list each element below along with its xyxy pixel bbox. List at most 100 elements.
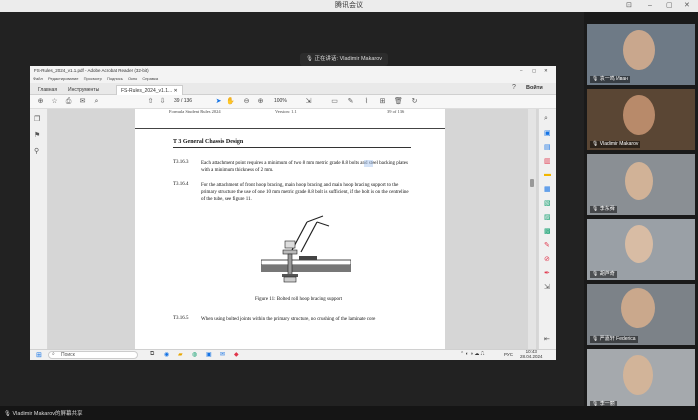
rule-text: Each attachment point requires a minimum… bbox=[201, 161, 408, 173]
participant-video bbox=[621, 288, 655, 328]
participant-tile[interactable]: 🎙 袁一鸣 Иван bbox=[587, 24, 695, 85]
rotate-icon[interactable]: ↻ bbox=[410, 97, 419, 106]
tray-icons[interactable]: ⌃ ◐ ◑ ☁ ⎍ bbox=[460, 351, 484, 357]
menu-view[interactable]: Просмотр bbox=[84, 76, 102, 81]
maximize-icon[interactable]: ▢ bbox=[666, 0, 673, 12]
pdf-header-left: Formula Student Rules 2024 bbox=[169, 109, 221, 114]
acrobat-menubar: Файл Редактирование Просмотр Подпись Окн… bbox=[30, 75, 556, 83]
hand-icon[interactable]: ✋ bbox=[226, 97, 235, 106]
mail-icon[interactable]: ✉ bbox=[78, 97, 87, 106]
mic-icon: 🎙 bbox=[592, 271, 599, 277]
pen-icon[interactable]: ✎ bbox=[346, 97, 355, 106]
mail-app-icon[interactable]: ✉ bbox=[220, 351, 225, 358]
pages-icon[interactable]: ❐ bbox=[34, 115, 40, 123]
new-icon[interactable]: ⊕ bbox=[36, 97, 45, 106]
speaker-indicator: 🎙 正在讲话: Vladimir Makarov bbox=[300, 53, 389, 66]
explorer-icon[interactable]: ▰ bbox=[178, 351, 183, 358]
search-icon[interactable]: ⌕ bbox=[92, 97, 101, 106]
participant-name-label: 李东舜 bbox=[599, 206, 615, 212]
stamp-icon[interactable]: ⊞ bbox=[378, 97, 387, 106]
participant-sidebar: 🎙 袁一鸣 Иван 🎙 Vladimir Makarov 🎙 李东舜 🎙 胡芦… bbox=[584, 12, 698, 410]
zoom-in-icon[interactable]: ⊕ bbox=[256, 97, 265, 106]
screen-share-status[interactable]: 🎙 Vladimir Makarov的屏幕共享 bbox=[4, 409, 83, 417]
signin-button[interactable]: Войти bbox=[526, 85, 543, 91]
expand-panel-icon[interactable]: ⇤ bbox=[544, 335, 550, 343]
rule-text: When using bolted joints within the prim… bbox=[201, 317, 376, 322]
participant-tile[interactable]: 🎙 李东舜 bbox=[587, 154, 695, 215]
tab-close-icon[interactable]: ✕ bbox=[174, 88, 178, 94]
tab-tools[interactable]: Инструменты bbox=[64, 85, 103, 95]
page-up-icon[interactable]: ⇧ bbox=[146, 97, 155, 106]
menu-file[interactable]: Файл bbox=[33, 76, 43, 81]
comment-tool-icon[interactable]: ▬ bbox=[544, 171, 551, 178]
stamp-tool-icon[interactable]: ✒ bbox=[544, 269, 550, 277]
meeting-titlebar: 腾讯会议 ⊡ – ▢ ✕ bbox=[0, 0, 698, 12]
participant-tile[interactable]: 🎙 李一丽 bbox=[587, 349, 695, 410]
participant-name-label: Vladimir Makarov bbox=[599, 141, 639, 147]
menu-window[interactable]: Окно bbox=[128, 76, 137, 81]
tab-document[interactable]: FS-Rules_2024_v1.1... ✕ bbox=[116, 85, 183, 95]
windows-start-icon[interactable]: ⊞ bbox=[36, 351, 42, 359]
more-tools-icon[interactable]: ⇲ bbox=[544, 283, 550, 291]
participant-name-label: 袁一鸣 Иван bbox=[599, 76, 628, 82]
pin-icon[interactable]: ⊡ bbox=[626, 0, 632, 12]
tab-home[interactable]: Главная bbox=[34, 85, 61, 95]
acrobat-close-icon[interactable]: ✕ bbox=[544, 66, 548, 75]
taskbar-clock[interactable]: 10:43 28.04.2024 bbox=[520, 349, 543, 359]
acrobat-toolbar: ⊕ ☆ ⎙ ✉ ⌕ ⇧ ⇩ 39 / 136 ➤ ✋ ⊖ ⊕ 100% ⇲ ▭ … bbox=[30, 95, 556, 109]
redact-icon[interactable]: ▩ bbox=[544, 227, 551, 235]
taskbar-search[interactable]: ⌕ Поиск bbox=[48, 351, 138, 359]
minimize-icon[interactable]: – bbox=[648, 0, 652, 12]
participant-name: 🎙 李东舜 bbox=[590, 206, 617, 213]
star-icon[interactable]: ☆ bbox=[50, 97, 59, 106]
page-total: 136 bbox=[183, 98, 193, 104]
select-cursor-icon[interactable]: ➤ bbox=[214, 97, 223, 106]
combine-icon[interactable]: ▦ bbox=[544, 185, 551, 193]
attachment-icon[interactable]: ⚲ bbox=[34, 147, 39, 155]
print-icon[interactable]: ⎙ bbox=[64, 97, 73, 106]
scrollbar[interactable] bbox=[528, 109, 536, 349]
zoom-select[interactable]: 100% bbox=[274, 98, 287, 104]
zoom-tool-icon[interactable]: ⌕ bbox=[544, 115, 548, 123]
language-indicator[interactable]: РУС bbox=[504, 352, 513, 357]
compress-icon[interactable]: ▨ bbox=[544, 213, 551, 221]
participant-tile[interactable]: 🎙 胡芦奇 bbox=[587, 219, 695, 280]
create-pdf-icon[interactable]: ▤ bbox=[544, 143, 551, 151]
menu-edit[interactable]: Редактирование bbox=[48, 76, 78, 81]
zoom-out-icon[interactable]: ⊖ bbox=[242, 97, 251, 106]
speaking-label: 正在讲话: bbox=[314, 56, 339, 62]
acrobat-minimize-icon[interactable]: – bbox=[520, 66, 523, 75]
acrobat-maximize-icon[interactable]: ▢ bbox=[532, 66, 536, 75]
menu-help[interactable]: Справка bbox=[142, 76, 158, 81]
wechat-icon[interactable]: ◍ bbox=[192, 351, 197, 358]
comment-icon[interactable]: ▭ bbox=[330, 97, 339, 106]
protect-icon[interactable]: ⊘ bbox=[544, 255, 550, 263]
export-pdf-icon[interactable]: ▥ bbox=[544, 157, 551, 165]
highlight-icon[interactable]: ⌇ bbox=[362, 97, 371, 106]
tab-document-label: FS-Rules_2024_v1.1... bbox=[121, 88, 173, 94]
page-indicator[interactable]: 39 / 136 bbox=[174, 98, 192, 104]
fit-page-icon[interactable]: ⇲ bbox=[304, 97, 313, 106]
meeting-app-icon[interactable]: ▣ bbox=[206, 351, 212, 358]
taskbar-search-icon: ⌕ bbox=[52, 351, 55, 357]
bookmark-icon[interactable]: ⚑ bbox=[34, 131, 40, 139]
page-down-icon[interactable]: ⇩ bbox=[158, 97, 167, 106]
shared-screen: FS-Rules_2024_v1.1.pdf - Adobe Acrobat R… bbox=[30, 66, 556, 360]
acrobat-taskbar-icon[interactable]: ◆ bbox=[234, 351, 239, 358]
participant-tile[interactable]: 🎙 严嘉轩 Federica bbox=[587, 284, 695, 345]
fill-sign-icon[interactable]: ✎ bbox=[544, 241, 550, 249]
task-view-icon[interactable]: ⧉ bbox=[150, 351, 154, 358]
organize-icon[interactable]: ▧ bbox=[544, 199, 551, 207]
scrollbar-thumb[interactable] bbox=[530, 179, 534, 187]
participant-tile[interactable]: 🎙 Vladimir Makarov bbox=[587, 89, 695, 150]
participant-name: 🎙 胡芦奇 bbox=[590, 271, 617, 278]
pdf-header-right: 39 of 136 bbox=[387, 109, 405, 114]
delete-icon[interactable]: 🗑 bbox=[394, 97, 403, 106]
edit-pdf-icon[interactable]: ▣ bbox=[544, 129, 551, 137]
help-icon[interactable]: ? bbox=[512, 84, 516, 91]
text-highlight[interactable] bbox=[364, 160, 373, 167]
close-icon[interactable]: ✕ bbox=[684, 0, 690, 12]
page-current[interactable]: 39 bbox=[174, 98, 180, 104]
edge-icon[interactable]: ◉ bbox=[164, 351, 169, 358]
menu-sign[interactable]: Подпись bbox=[107, 76, 123, 81]
